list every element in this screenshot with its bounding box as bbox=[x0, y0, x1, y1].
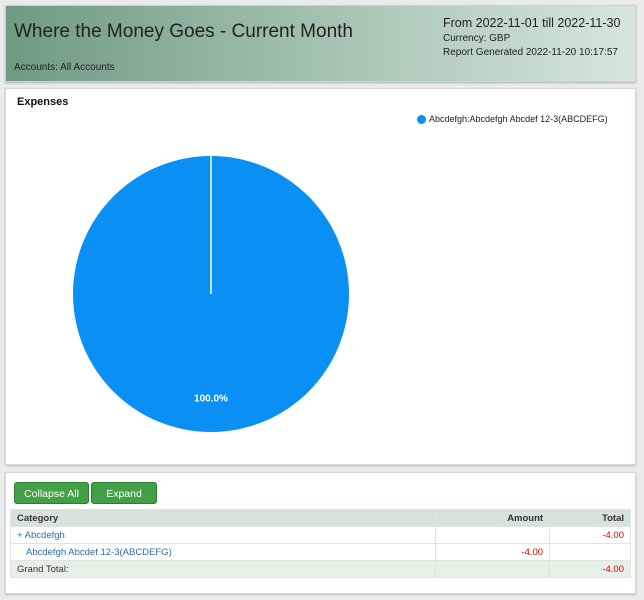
column-header-total[interactable]: Total bbox=[549, 509, 631, 527]
collapse-all-button[interactable]: Collapse All bbox=[14, 482, 89, 504]
legend-marker bbox=[417, 114, 426, 124]
column-header-category[interactable]: Category bbox=[9, 509, 437, 527]
report-page: Where the Money Goes - Current Month Acc… bbox=[0, 0, 644, 600]
currency-label: Currency: GBP bbox=[443, 33, 511, 44]
grand-total-row: Grand Total: -4.00 bbox=[9, 560, 631, 578]
legend-label: Abcdefgh:Abcdefgh Abcdef 12-3(ABCDEFG) bbox=[429, 114, 608, 124]
column-header-amount[interactable]: Amount bbox=[435, 509, 551, 527]
total-cell bbox=[549, 543, 631, 561]
table-row[interactable]: Abcdefgh Abcdef 12-3(ABCDEFG) -4.00 bbox=[9, 543, 631, 561]
expand-all-button[interactable]: Expand All bbox=[91, 482, 157, 522]
pie-chart[interactable]: 100.0% bbox=[66, 149, 356, 439]
report-table-card: Collapse All Expand All Category Amount … bbox=[5, 472, 636, 594]
total-cell: -4.00 bbox=[549, 526, 631, 544]
generated-timestamp: Report Generated 2022-11-20 10:17:57 bbox=[443, 47, 618, 58]
grand-total-label: Grand Total: bbox=[9, 560, 437, 578]
accounts-label: Accounts: All Accounts bbox=[14, 62, 115, 73]
chart-title: Expenses bbox=[17, 96, 69, 108]
grand-total-amount bbox=[435, 560, 551, 578]
pie-slice-label: 100.0% bbox=[194, 394, 228, 405]
table-header-row: Category Amount Total bbox=[9, 509, 631, 527]
report-header: Where the Money Goes - Current Month Acc… bbox=[5, 5, 636, 82]
chart-legend[interactable]: Abcdefgh:Abcdefgh Abcdef 12-3(ABCDEFG) bbox=[417, 114, 608, 124]
category-cell[interactable]: + Abcdefgh bbox=[9, 526, 437, 544]
chart-card: Expenses Abcdefgh:Abcdefgh Abcdef 12-3(A… bbox=[5, 88, 636, 465]
report-meta: From 2022-11-01 till 2022-11-30 Currency… bbox=[443, 16, 620, 58]
category-cell[interactable]: Abcdefgh Abcdef 12-3(ABCDEFG) bbox=[9, 543, 437, 561]
report-table: Category Amount Total + Abcdefgh -4.00 A… bbox=[9, 509, 631, 578]
amount-cell bbox=[435, 526, 551, 544]
date-range: From 2022-11-01 till 2022-11-30 bbox=[443, 16, 621, 30]
table-row[interactable]: + Abcdefgh -4.00 bbox=[9, 526, 631, 544]
grand-total-value: -4.00 bbox=[549, 560, 631, 578]
report-title: Where the Money Goes - Current Month bbox=[14, 21, 353, 42]
amount-cell: -4.00 bbox=[435, 543, 551, 561]
